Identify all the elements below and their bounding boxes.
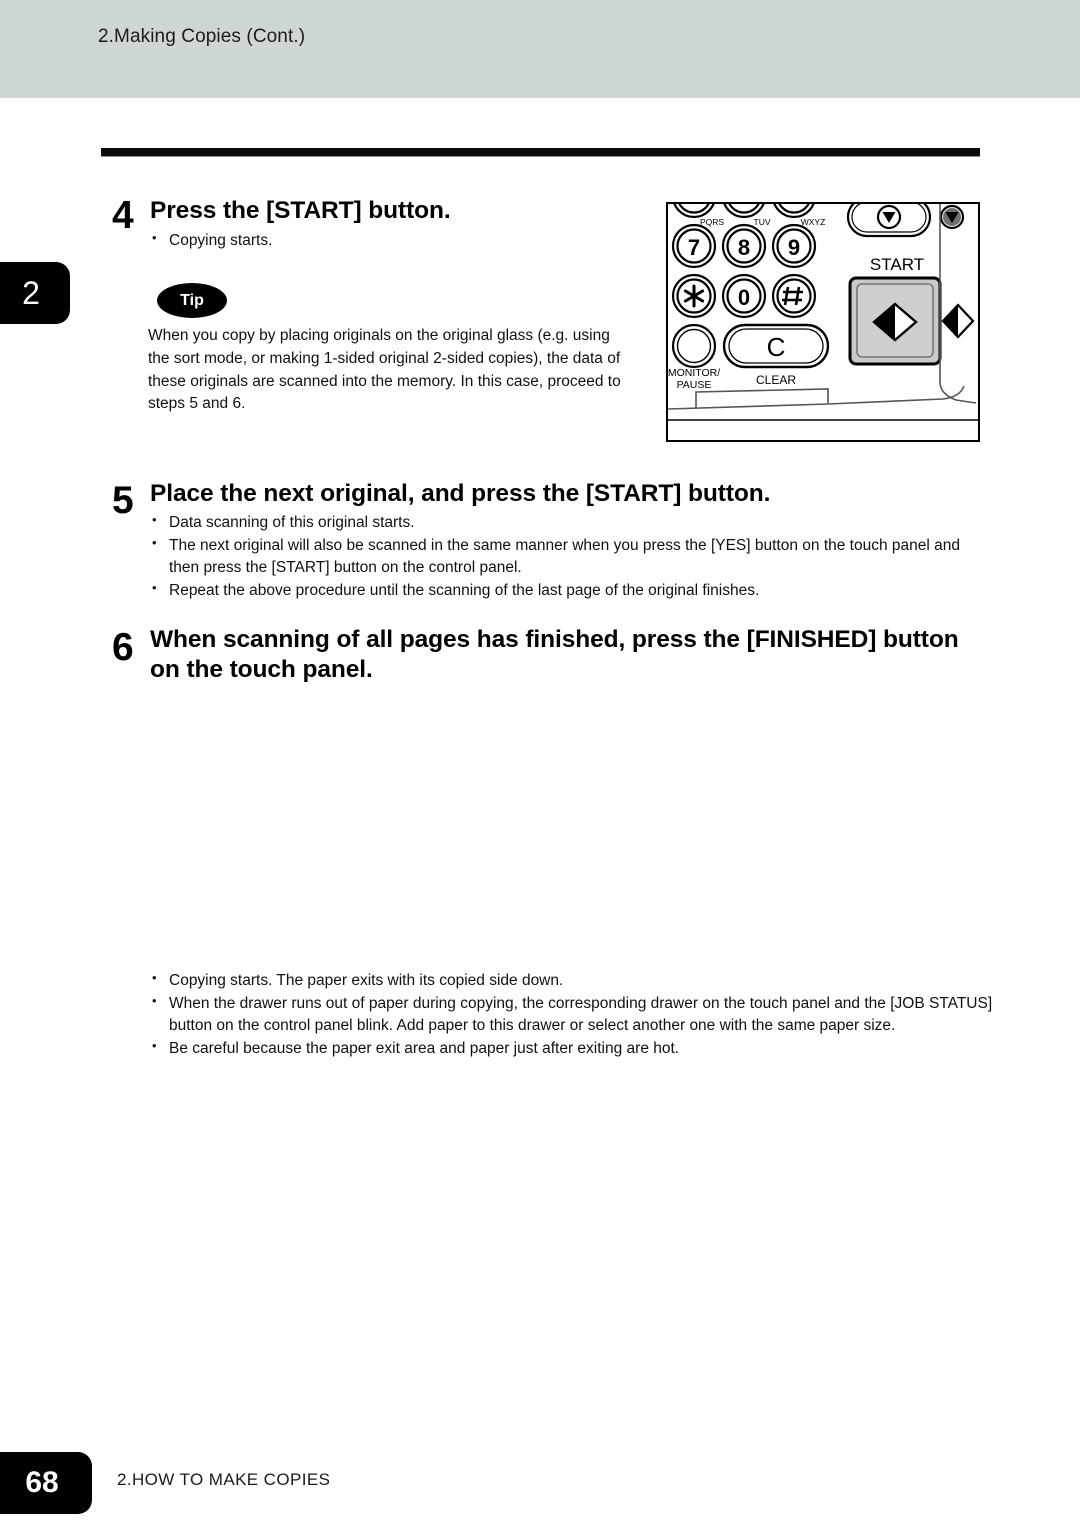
key-hash-glyph [782,286,803,306]
monitor-pause-label-line2: PAUSE [677,379,712,391]
running-header-band [0,0,1080,98]
list-item: Be careful because the paper exit area a… [148,1037,993,1060]
list-item: Data scanning of this original starts. [148,511,988,534]
list-item: The next original will also be scanned i… [148,534,988,579]
footer-page-tab: 68 [0,1452,92,1514]
key-9-letters: WXYZ [801,217,826,227]
key-0-digit: 0 [738,285,750,310]
chapter-tab: 2 [0,262,70,324]
start-indicator-icon [941,303,975,339]
list-item: Copying starts. The paper exits with its… [148,969,993,992]
step-6-number: 6 [112,626,134,669]
clear-key: C CLEAR [722,323,830,387]
step-4-heading: Press the [START] button. [150,197,451,224]
list-item: Copying starts. [148,229,618,252]
list-item: When the drawer runs out of paper during… [148,992,993,1037]
step-5-number: 5 [112,479,134,522]
stop-key [846,204,932,238]
step-4-bullet-list: Copying starts. [148,229,618,253]
tip-badge-label: Tip [180,291,204,309]
key-8-digit: 8 [738,235,750,260]
manual-page: 2.Making Copies (Cont.) 2 4 Press the [S… [0,0,1080,1526]
control-panel-svg: 7 8 9 PQRS TUV WXYZ 0 MONITOR/ PAUSE C C… [668,204,978,421]
key-8-letters: TUV [754,217,771,227]
tip-text: When you copy by placing originals on th… [148,327,621,413]
section-divider-rule [101,148,980,157]
footer-section-title: 2.HOW TO MAKE COPIES [117,1470,331,1489]
footer-page-number: 68 [25,1466,59,1499]
step-6-heading: When scanning of all pages has finished,… [150,626,959,683]
key-7-digit: 7 [688,235,700,260]
monitor-pause-key: MONITOR/ PAUSE [668,323,720,391]
tip-badge: Tip [157,283,227,318]
keypad-row-789: 7 8 9 PQRS TUV WXYZ [671,217,826,269]
clear-key-glyph: C [767,332,786,362]
step-6-bullet-list: Copying starts. The paper exits with its… [148,969,993,1061]
key-asterisk-glyph [683,284,705,308]
running-header-title: 2.Making Copies (Cont.) [98,26,306,47]
keypad-row-star0hash: 0 [671,273,817,319]
control-panel-illustration: 7 8 9 PQRS TUV WXYZ 0 MONITOR/ PAUSE C C… [666,202,980,442]
step-5-bullet-list: Data scanning of this original starts. T… [148,511,988,603]
start-button [848,276,942,366]
keypad-partial-top-row [673,204,815,219]
list-item: Repeat the above procedure until the sca… [148,579,988,602]
monitor-pause-label-line1: MONITOR/ [668,367,720,379]
key-7-letters: PQRS [700,217,724,227]
clear-key-label: CLEAR [756,373,796,387]
key-9-digit: 9 [788,235,800,260]
step-5-heading: Place the next original, and press the [… [150,480,771,507]
chapter-tab-number: 2 [22,274,40,311]
step-4-number: 4 [112,194,134,237]
start-button-label: START [870,255,924,274]
stop-indicator-icon [939,204,965,230]
